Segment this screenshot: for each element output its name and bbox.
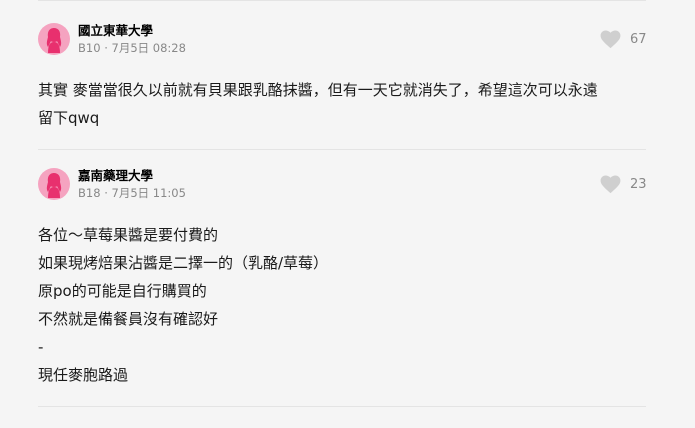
like-count: 67 (630, 31, 647, 47)
school-name[interactable]: 嘉南藥理大學 (78, 168, 153, 184)
floor-number: B18 (78, 186, 101, 200)
content-line: 現任麥胞路過 (38, 366, 129, 384)
meta-separator: · (104, 41, 112, 55)
like-button[interactable]: 67 (600, 29, 647, 49)
comment-date: 7月5日 08:28 (111, 41, 186, 55)
like-button[interactable]: 23 (600, 174, 647, 194)
meta-separator: · (104, 186, 112, 200)
comment-content: 各位～草莓果醬是要付費的 如果現烤焙果沾醬是二擇一的（乳酪/草莓） 原po的可能… (38, 221, 328, 389)
content-line: 原po的可能是自行購買的 (38, 282, 207, 300)
floor-number: B10 (78, 41, 101, 55)
content-line: - (38, 338, 44, 356)
comment-divider (38, 406, 646, 407)
top-divider (38, 0, 646, 1)
comment-date: 7月5日 11:05 (111, 186, 186, 200)
heart-icon (600, 175, 621, 193)
comment-meta: B18 · 7月5日 11:05 (78, 186, 186, 200)
comment-content: 其實 麥當當很久以前就有貝果跟乳酪抹醬，但有一天它就消失了，希望這次可以永遠 留… (38, 76, 598, 132)
comment-divider (38, 149, 646, 150)
content-line: 如果現烤焙果沾醬是二擇一的（乳酪/草莓） (38, 254, 329, 272)
female-avatar-icon[interactable] (38, 168, 70, 200)
female-avatar-icon[interactable] (38, 23, 70, 55)
like-count: 23 (630, 176, 647, 192)
content-line: 留下qwq (38, 109, 100, 127)
comment-meta: B10 · 7月5日 08:28 (78, 41, 186, 55)
heart-icon (600, 30, 621, 48)
content-line: 不然就是備餐員沒有確認好 (38, 310, 219, 328)
content-line: 各位～草莓果醬是要付費的 (38, 226, 219, 244)
content-line: 其實 麥當當很久以前就有貝果跟乳酪抹醬，但有一天它就消失了，希望這次可以永遠 (38, 81, 598, 99)
school-name[interactable]: 國立東華大學 (78, 23, 153, 39)
